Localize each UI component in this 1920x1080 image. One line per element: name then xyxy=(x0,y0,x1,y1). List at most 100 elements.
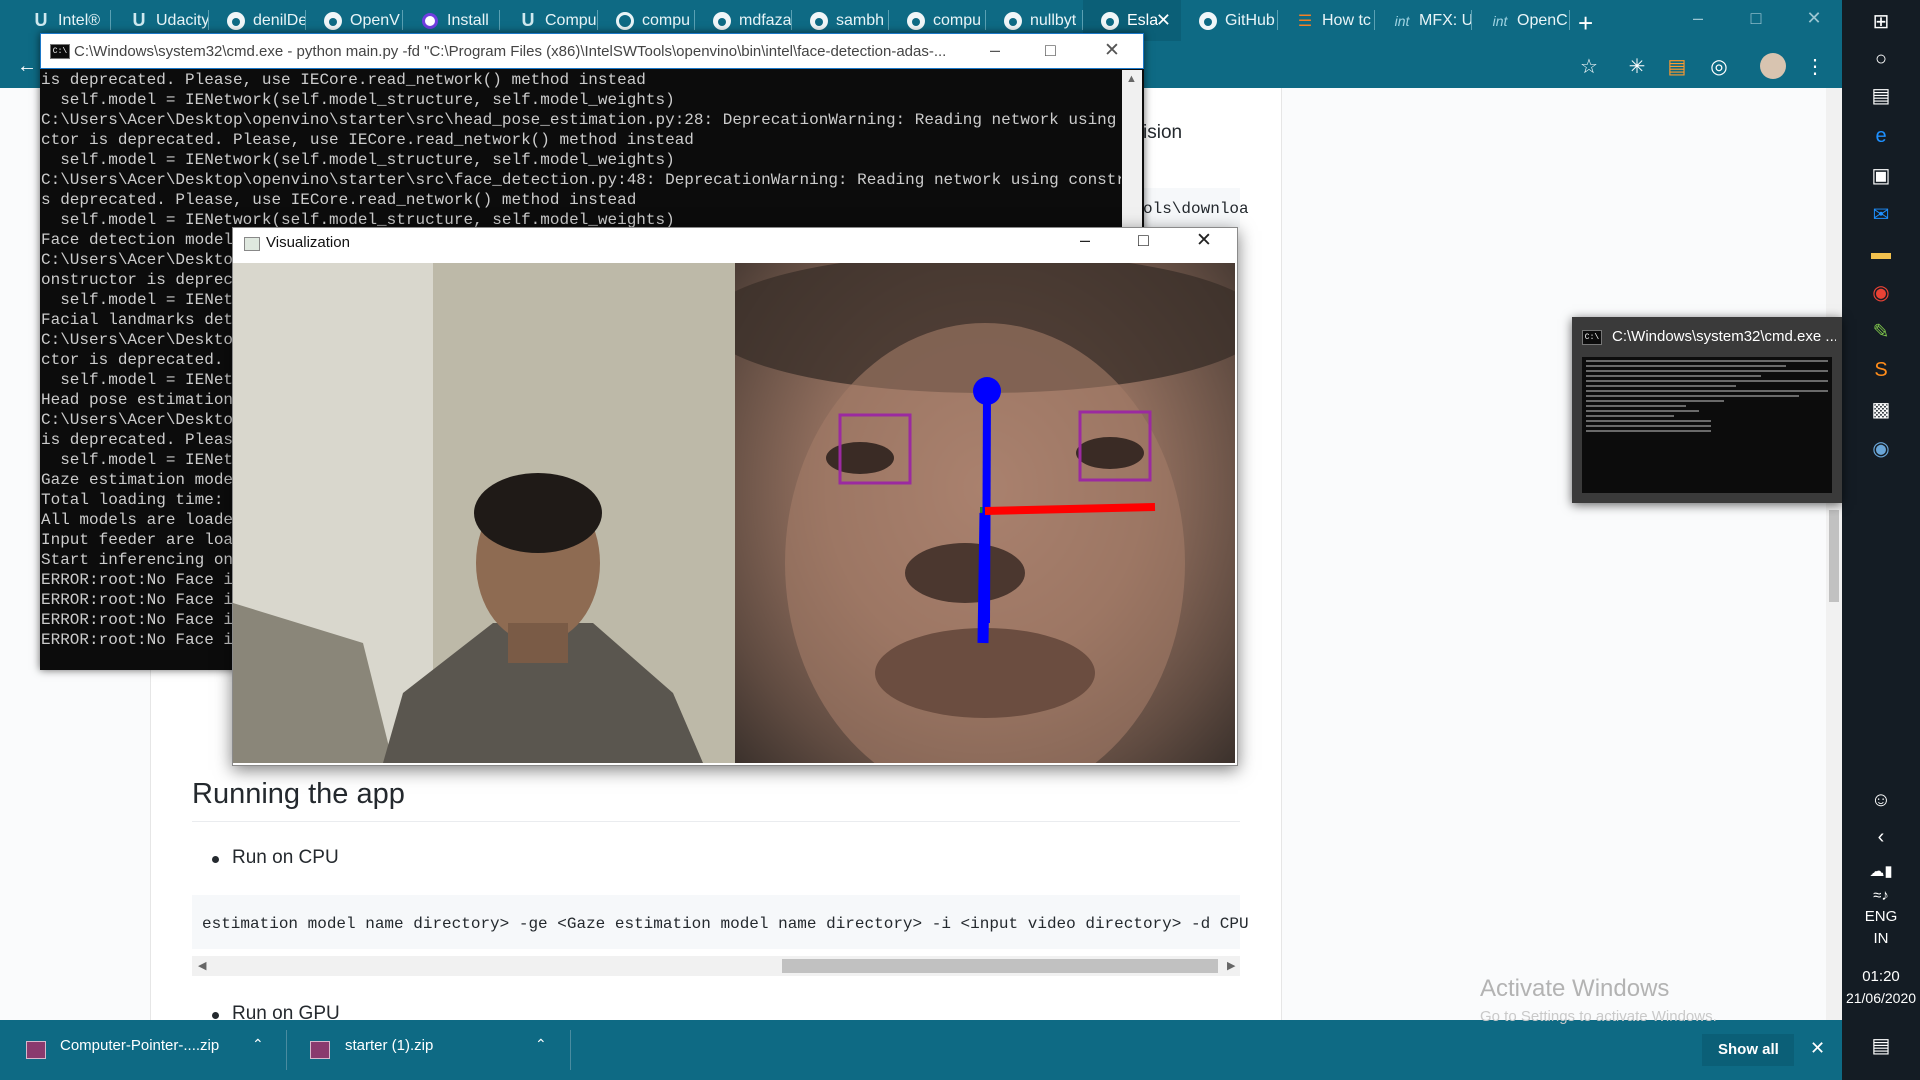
cmd-icon: C:\ xyxy=(50,44,70,59)
github-icon xyxy=(810,11,828,30)
editor-icon[interactable]: ✎ xyxy=(1866,316,1896,346)
archive-icon xyxy=(310,1041,330,1059)
tab-label: compu xyxy=(642,11,691,29)
tab-separator xyxy=(1569,10,1570,30)
google-icon xyxy=(616,11,634,30)
chevron-left-icon[interactable]: ‹ xyxy=(1866,822,1896,852)
cmd-scroll-up-icon[interactable]: ▲ xyxy=(1126,73,1137,85)
cmd-line: s deprecated. Please, use IECore.read_ne… xyxy=(41,191,637,209)
tab-label: Compu xyxy=(545,11,597,29)
task-view-icon[interactable]: ▤ xyxy=(1866,80,1896,110)
tab-label: Install xyxy=(447,11,489,29)
divider xyxy=(286,1030,287,1070)
search-icon[interactable]: ○ xyxy=(1866,44,1896,74)
notifications-icon[interactable]: ▤ xyxy=(1866,1030,1896,1060)
address-bar[interactable] xyxy=(1140,49,1610,81)
menu-icon[interactable]: ⋮ xyxy=(1802,53,1828,79)
bullet-dot xyxy=(212,1012,219,1019)
archive-icon xyxy=(26,1041,46,1059)
udacity-icon: U xyxy=(521,10,535,30)
chevron-up-icon[interactable]: ⌃ xyxy=(252,1036,264,1053)
close-downloads-icon[interactable]: ✕ xyxy=(1810,1038,1825,1059)
github-icon xyxy=(1101,11,1119,30)
chart-extension-icon[interactable]: ▤ xyxy=(1664,53,1690,79)
show-all-label[interactable]: Show all xyxy=(1718,1041,1779,1058)
cmd-line: self.model = IENetwork(self.model_struct… xyxy=(41,91,675,109)
activation-watermark: Activate Windows xyxy=(1480,975,1670,1002)
tab-label: GitHub xyxy=(1225,11,1275,29)
list-item-cpu: Run on CPU xyxy=(232,847,339,868)
cmd-line: ctor is deprecated. Please, use IECore.r… xyxy=(41,131,694,149)
chrome-icon[interactable]: ◉ xyxy=(1866,277,1896,307)
tab[interactable]: int OpenC xyxy=(1473,0,1570,41)
new-tab-button[interactable]: + xyxy=(1578,8,1593,39)
code-scroll-thumb[interactable] xyxy=(782,959,1218,973)
udacity-icon: U xyxy=(132,10,146,30)
viz-maximize-icon[interactable]: □ xyxy=(1138,230,1149,251)
intel-icon: int xyxy=(1492,12,1508,29)
scroll-left-arrow-icon[interactable]: ◀ xyxy=(198,959,206,972)
activation-watermark-sub: Go to Settings to activate Windows. xyxy=(1480,1008,1717,1025)
react-extension-icon[interactable]: ✳ xyxy=(1624,53,1650,79)
back-arrow-icon[interactable]: ← xyxy=(14,53,40,79)
mail-icon[interactable]: ✉ xyxy=(1866,199,1896,229)
tab-label: nullbyt xyxy=(1030,11,1077,29)
download-item[interactable]: starter (1).zip xyxy=(345,1037,433,1054)
circle-icon xyxy=(421,12,439,30)
cmd-line: C:\Users\Acer\Desktop\openvino\starter\s… xyxy=(41,111,1121,129)
tab-label: Esla xyxy=(1127,11,1159,29)
preview-thumbnail xyxy=(1582,357,1832,493)
tab[interactable]: int MFX: U xyxy=(1375,0,1472,41)
partial-text: ision xyxy=(1143,122,1183,143)
star-icon[interactable]: ☆ xyxy=(1576,53,1602,79)
tab-label: OpenC xyxy=(1517,11,1568,29)
webcam-frame xyxy=(233,263,735,763)
cmd-minimize-icon[interactable]: – xyxy=(990,40,1000,61)
region-indicator[interactable]: IN xyxy=(1842,930,1920,947)
udacity-icon: U xyxy=(34,10,48,30)
profile-avatar[interactable] xyxy=(1760,53,1786,79)
minimize-icon[interactable]: – xyxy=(1670,0,1726,36)
folder-icon[interactable]: ▬ xyxy=(1866,238,1896,268)
python-icon[interactable]: ◉ xyxy=(1866,433,1896,463)
wifi-volume-icons[interactable]: ≈♪ xyxy=(1866,880,1896,910)
viz-minimize-icon[interactable]: – xyxy=(1080,230,1090,251)
tab[interactable]: GitHub xyxy=(1181,0,1278,41)
section-heading: Running the app xyxy=(192,778,405,810)
heading-divider xyxy=(192,821,1240,822)
cmd-taskbar-icon[interactable]: ▩ xyxy=(1866,394,1896,424)
close-tab-icon[interactable]: ✕ xyxy=(1156,10,1171,31)
visualization-title: Visualization xyxy=(266,234,350,251)
tab-label: Intel® xyxy=(58,11,101,29)
github-icon xyxy=(713,11,731,30)
viz-close-icon[interactable]: ✕ xyxy=(1196,229,1212,252)
target-extension-icon[interactable]: ◎ xyxy=(1706,53,1732,79)
tab-label: mdfaza xyxy=(739,11,792,29)
edge-icon[interactable]: e xyxy=(1866,121,1896,151)
tab-label: Udacity xyxy=(156,11,209,29)
windows-start-icon[interactable]: ⊞ xyxy=(1866,6,1896,36)
github-icon xyxy=(324,11,342,30)
tab-label: How tc xyxy=(1322,11,1371,29)
cmd-maximize-icon[interactable]: □ xyxy=(1045,40,1056,61)
page-scroll-thumb[interactable] xyxy=(1829,510,1839,602)
tab-label: compu xyxy=(933,11,982,29)
tab[interactable]: ☰ How tc xyxy=(1278,0,1375,41)
maximize-icon[interactable]: □ xyxy=(1728,0,1784,36)
clock-date[interactable]: 21/06/2020 xyxy=(1842,990,1920,1006)
close-icon[interactable]: ✕ xyxy=(1786,0,1842,36)
language-indicator[interactable]: ENG xyxy=(1842,908,1920,925)
tab-label: MFX: U xyxy=(1419,11,1472,29)
download-item[interactable]: Computer-Pointer-....zip xyxy=(60,1037,219,1054)
preview-title: C:\Windows\system32\cmd.exe ... xyxy=(1612,328,1836,345)
downloads-bar xyxy=(0,1020,1842,1080)
scroll-right-arrow-icon[interactable]: ▶ xyxy=(1227,959,1235,972)
cmd-close-icon[interactable]: ✕ xyxy=(1104,39,1120,62)
cmd-icon: C:\ xyxy=(1582,330,1602,345)
clock-time[interactable]: 01:20 xyxy=(1842,968,1920,985)
people-icon[interactable]: ☺ xyxy=(1866,785,1896,815)
store-icon[interactable]: ▣ xyxy=(1866,160,1896,190)
tab-label: sambh xyxy=(836,11,885,29)
chevron-up-icon[interactable]: ⌃ xyxy=(535,1036,547,1053)
sublime-icon[interactable]: S xyxy=(1866,355,1896,385)
